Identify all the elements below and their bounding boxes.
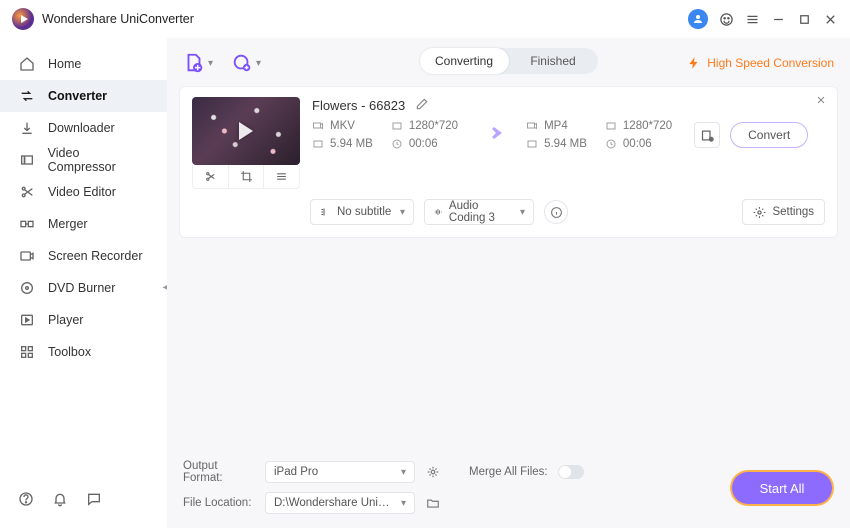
merge-toggle[interactable]	[558, 465, 584, 479]
open-folder-button[interactable]	[425, 495, 441, 511]
crop-button[interactable]	[228, 165, 264, 188]
sidebar-item-home[interactable]: Home	[0, 48, 167, 80]
scissors-icon	[18, 184, 36, 200]
settings-button[interactable]: Settings	[742, 199, 825, 225]
file-location-select[interactable]: D:\Wondershare UniConverter ▾	[265, 492, 415, 514]
sidebar-item-label: Toolbox	[48, 345, 91, 359]
menu-icon[interactable]	[744, 11, 760, 27]
high-speed-toggle[interactable]: High Speed Conversion	[687, 56, 834, 70]
compressor-icon	[18, 152, 36, 168]
info-button[interactable]	[544, 200, 568, 224]
sidebar-item-label: Merger	[48, 217, 88, 231]
sidebar-item-editor[interactable]: Video Editor	[0, 176, 167, 208]
close-button[interactable]	[822, 11, 838, 27]
src-resolution: 1280*720	[409, 120, 458, 132]
tab-finished[interactable]: Finished	[509, 48, 598, 74]
chevron-down-icon: ▾	[208, 58, 213, 69]
feedback-icon[interactable]	[86, 491, 102, 512]
merge-label: Merge All Files:	[469, 466, 548, 478]
start-all-button[interactable]: Start All	[732, 472, 832, 504]
sidebar-item-recorder[interactable]: Screen Recorder	[0, 240, 167, 272]
grid-icon	[18, 344, 36, 360]
file-location-label: File Location:	[183, 497, 255, 509]
titlebar: Wondershare UniConverter	[0, 0, 850, 38]
app-title: Wondershare UniConverter	[42, 12, 194, 26]
src-duration: 00:06	[409, 138, 438, 150]
converter-icon	[18, 88, 36, 104]
file-name: Flowers - 66823	[312, 98, 405, 113]
download-icon	[18, 120, 36, 136]
audio-value: Audio Coding 3	[449, 200, 514, 224]
chevron-down-icon: ▾	[520, 207, 525, 218]
user-avatar[interactable]	[688, 9, 708, 29]
sidebar-item-label: Video Compressor	[48, 146, 149, 174]
audio-select[interactable]: Audio Coding 3 ▾	[424, 199, 534, 225]
sidebar-item-label: DVD Burner	[48, 281, 115, 295]
chevron-down-icon: ▾	[401, 498, 406, 509]
tab-converting[interactable]: Converting	[420, 48, 509, 74]
settings-label: Settings	[772, 206, 814, 218]
sidebar-item-converter[interactable]: Converter	[0, 80, 167, 112]
trim-button[interactable]	[193, 165, 228, 188]
add-url-button[interactable]: ▾	[231, 52, 261, 74]
format-settings-icon[interactable]	[425, 464, 441, 480]
sidebar-item-label: Home	[48, 57, 81, 71]
src-format: MKV	[330, 120, 355, 132]
remove-file-button[interactable]	[815, 93, 827, 111]
rename-button[interactable]	[415, 97, 429, 114]
sidebar-item-merger[interactable]: Merger	[0, 208, 167, 240]
output-settings-button[interactable]	[694, 122, 720, 148]
add-file-button[interactable]: ▾	[183, 52, 213, 74]
home-icon	[18, 56, 36, 72]
sidebar-item-dvdburner[interactable]: DVD Burner	[0, 272, 167, 304]
bell-icon[interactable]	[52, 491, 68, 512]
sidebar-item-downloader[interactable]: Downloader	[0, 112, 167, 144]
output-format-select[interactable]: iPad Pro ▾	[265, 461, 415, 483]
app-logo	[12, 8, 34, 30]
dst-duration: 00:06	[623, 138, 652, 150]
sidebar-item-label: Video Editor	[48, 185, 116, 199]
play-overlay-icon	[239, 122, 253, 140]
maximize-button[interactable]	[796, 11, 812, 27]
disc-icon	[18, 280, 36, 296]
file-card: Flowers - 66823 MKV 1280*720 5.94 MB 00:…	[179, 86, 838, 238]
merger-icon	[18, 216, 36, 232]
subtitle-select[interactable]: No subtitle ▾	[310, 199, 414, 225]
file-location-value: D:\Wondershare UniConverter	[274, 497, 394, 509]
src-size: 5.94 MB	[330, 138, 373, 150]
chevron-down-icon: ▾	[256, 58, 261, 69]
subtitle-value: No subtitle	[337, 206, 391, 218]
dst-format: MP4	[544, 120, 568, 132]
output-format-value: iPad Pro	[274, 466, 318, 478]
effects-button[interactable]	[263, 165, 299, 188]
help-icon[interactable]	[18, 491, 34, 512]
target-format-block: MP4 1280*720 5.94 MB 00:06	[526, 120, 672, 150]
video-thumbnail[interactable]	[192, 97, 300, 165]
sidebar: Home Converter Downloader Video Compress…	[0, 38, 167, 528]
support-icon[interactable]	[718, 11, 734, 27]
tab-segment: Converting Finished	[420, 48, 598, 74]
sidebar-item-toolbox[interactable]: Toolbox	[0, 336, 167, 368]
sidebar-item-label: Downloader	[48, 121, 115, 135]
dst-size: 5.94 MB	[544, 138, 587, 150]
sidebar-item-compressor[interactable]: Video Compressor	[0, 144, 167, 176]
output-format-label: Output Format:	[183, 460, 255, 484]
sidebar-item-label: Screen Recorder	[48, 249, 143, 263]
chevron-down-icon: ▾	[400, 207, 405, 218]
chevron-down-icon: ▾	[401, 467, 406, 478]
minimize-button[interactable]	[770, 11, 786, 27]
arrow-right-icon	[480, 125, 504, 146]
main-panel: ▾ ▾ Converting Finished High Speed Conve…	[167, 38, 850, 528]
source-format-block: MKV 1280*720 5.94 MB 00:06	[312, 120, 458, 150]
play-icon	[18, 312, 36, 328]
sidebar-item-label: Player	[48, 313, 83, 327]
sidebar-item-player[interactable]: Player	[0, 304, 167, 336]
recorder-icon	[18, 248, 36, 264]
dst-resolution: 1280*720	[623, 120, 672, 132]
high-speed-label: High Speed Conversion	[707, 56, 834, 70]
convert-button[interactable]: Convert	[730, 122, 808, 148]
sidebar-item-label: Converter	[48, 89, 107, 103]
